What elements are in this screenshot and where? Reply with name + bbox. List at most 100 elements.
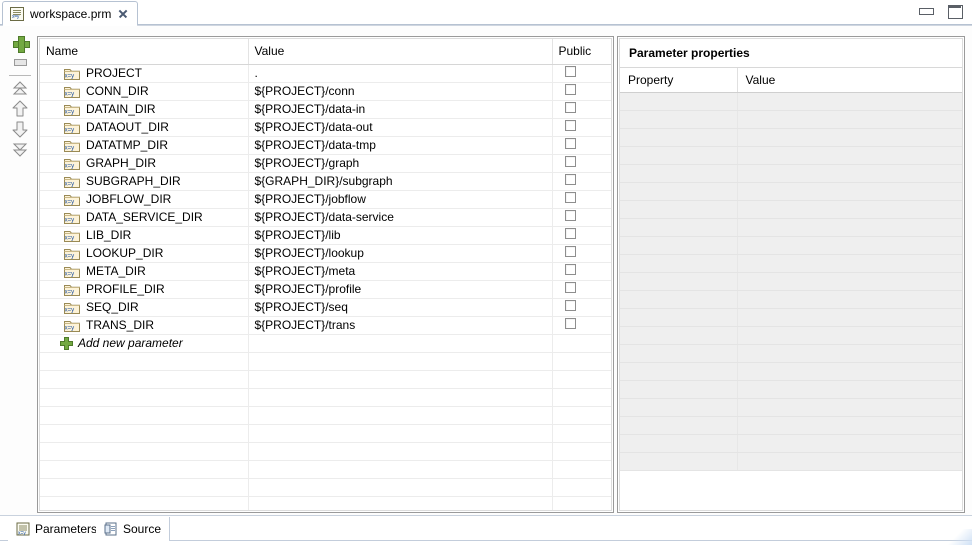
public-checkbox[interactable] (565, 228, 576, 239)
public-checkbox[interactable] (565, 300, 576, 311)
add-new-parameter-row[interactable]: Add new parameter (40, 334, 612, 352)
parameter-name-cell[interactable]: x=yDATA_SERVICE_DIR (40, 208, 248, 226)
public-checkbox[interactable] (565, 210, 576, 221)
empty-public-cell[interactable] (552, 496, 612, 511)
empty-property-row[interactable] (620, 128, 962, 146)
empty-property-row[interactable] (620, 434, 962, 452)
empty-value-cell[interactable] (248, 460, 552, 478)
parameter-name-cell[interactable]: x=yJOBFLOW_DIR (40, 190, 248, 208)
move-up-button[interactable] (8, 99, 32, 119)
table-row[interactable]: x=ySEQ_DIR${PROJECT}/seq (40, 298, 612, 316)
empty-public-cell[interactable] (552, 370, 612, 388)
parameter-public-cell[interactable] (552, 208, 612, 226)
empty-property-row[interactable] (620, 218, 962, 236)
table-row[interactable]: x=yPROFILE_DIR${PROJECT}/profile (40, 280, 612, 298)
empty-property-row[interactable] (620, 182, 962, 200)
parameter-value-cell[interactable]: . (248, 64, 552, 82)
empty-property-row[interactable] (620, 200, 962, 218)
parameter-public-cell[interactable] (552, 64, 612, 82)
parameter-value-cell[interactable]: ${PROJECT}/profile (248, 280, 552, 298)
empty-property-cell[interactable] (620, 236, 737, 254)
empty-property-row[interactable] (620, 164, 962, 182)
empty-table-row[interactable] (40, 442, 612, 460)
empty-property-value-cell[interactable] (737, 416, 962, 434)
table-row[interactable]: x=yCONN_DIR${PROJECT}/conn (40, 82, 612, 100)
minimize-icon[interactable] (918, 4, 933, 17)
empty-value-cell[interactable] (248, 370, 552, 388)
public-checkbox[interactable] (565, 264, 576, 275)
empty-table-row[interactable] (40, 460, 612, 478)
public-checkbox[interactable] (565, 192, 576, 203)
tab-source[interactable]: Source (96, 517, 170, 541)
column-header-property[interactable]: Property (620, 68, 737, 92)
empty-name-cell[interactable] (40, 388, 248, 406)
public-checkbox[interactable] (565, 318, 576, 329)
empty-table-row[interactable] (40, 388, 612, 406)
empty-property-row[interactable] (620, 344, 962, 362)
parameter-name-cell[interactable]: x=yCONN_DIR (40, 82, 248, 100)
empty-property-cell[interactable] (620, 326, 737, 344)
table-row[interactable]: x=yLOOKUP_DIR${PROJECT}/lookup (40, 244, 612, 262)
empty-property-value-cell[interactable] (737, 290, 962, 308)
empty-name-cell[interactable] (40, 406, 248, 424)
public-checkbox[interactable] (565, 102, 576, 113)
parameter-public-cell[interactable] (552, 118, 612, 136)
move-to-bottom-button[interactable] (8, 139, 32, 159)
column-header-value[interactable]: Value (248, 39, 552, 64)
empty-property-row[interactable] (620, 236, 962, 254)
empty-property-value-cell[interactable] (737, 110, 962, 128)
empty-property-row[interactable] (620, 362, 962, 380)
table-row[interactable]: x=yGRAPH_DIR${PROJECT}/graph (40, 154, 612, 172)
empty-property-value-cell[interactable] (737, 218, 962, 236)
empty-property-row[interactable] (620, 452, 962, 470)
empty-value-cell[interactable] (248, 406, 552, 424)
parameter-public-cell[interactable] (552, 244, 612, 262)
empty-property-cell[interactable] (620, 452, 737, 470)
empty-property-row[interactable] (620, 146, 962, 164)
empty-property-value-cell[interactable] (737, 344, 962, 362)
empty-property-value-cell[interactable] (737, 128, 962, 146)
empty-property-cell[interactable] (620, 128, 737, 146)
empty-property-value-cell[interactable] (737, 92, 962, 110)
parameter-value-cell[interactable]: ${PROJECT}/data-service (248, 208, 552, 226)
empty-public-cell[interactable] (552, 460, 612, 478)
public-checkbox[interactable] (565, 138, 576, 149)
empty-name-cell[interactable] (40, 442, 248, 460)
empty-name-cell[interactable] (40, 424, 248, 442)
table-row[interactable]: x=yDATATMP_DIR${PROJECT}/data-tmp (40, 136, 612, 154)
table-row[interactable]: x=ySUBGRAPH_DIR${GRAPH_DIR}/subgraph (40, 172, 612, 190)
empty-table-row[interactable] (40, 496, 612, 511)
parameter-name-cell[interactable]: x=yMETA_DIR (40, 262, 248, 280)
empty-property-value-cell[interactable] (737, 146, 962, 164)
table-row[interactable]: x=yDATA_SERVICE_DIR${PROJECT}/data-servi… (40, 208, 612, 226)
move-to-top-button[interactable] (8, 79, 32, 99)
empty-property-row[interactable] (620, 326, 962, 344)
parameter-public-cell[interactable] (552, 316, 612, 334)
parameter-name-cell[interactable]: x=yLIB_DIR (40, 226, 248, 244)
parameter-public-cell[interactable] (552, 136, 612, 154)
empty-table-row[interactable] (40, 478, 612, 496)
parameter-value-cell[interactable]: ${PROJECT}/seq (248, 298, 552, 316)
table-row[interactable]: x=yTRANS_DIR${PROJECT}/trans (40, 316, 612, 334)
empty-table-row[interactable] (40, 352, 612, 370)
empty-property-row[interactable] (620, 254, 962, 272)
empty-property-cell[interactable] (620, 272, 737, 290)
empty-property-cell[interactable] (620, 110, 737, 128)
empty-property-cell[interactable] (620, 380, 737, 398)
parameter-public-cell[interactable] (552, 226, 612, 244)
empty-public-cell[interactable] (552, 406, 612, 424)
empty-value-cell[interactable] (248, 478, 552, 496)
empty-value-cell[interactable] (248, 352, 552, 370)
empty-public-cell[interactable] (552, 388, 612, 406)
table-row[interactable]: x=yMETA_DIR${PROJECT}/meta (40, 262, 612, 280)
empty-property-value-cell[interactable] (737, 254, 962, 272)
empty-name-cell[interactable] (40, 370, 248, 388)
empty-property-cell[interactable] (620, 308, 737, 326)
empty-table-row[interactable] (40, 370, 612, 388)
parameter-name-cell[interactable]: x=yGRAPH_DIR (40, 154, 248, 172)
empty-property-cell[interactable] (620, 434, 737, 452)
empty-name-cell[interactable] (40, 496, 248, 511)
empty-name-cell[interactable] (40, 478, 248, 496)
empty-property-row[interactable] (620, 110, 962, 128)
empty-property-row[interactable] (620, 416, 962, 434)
